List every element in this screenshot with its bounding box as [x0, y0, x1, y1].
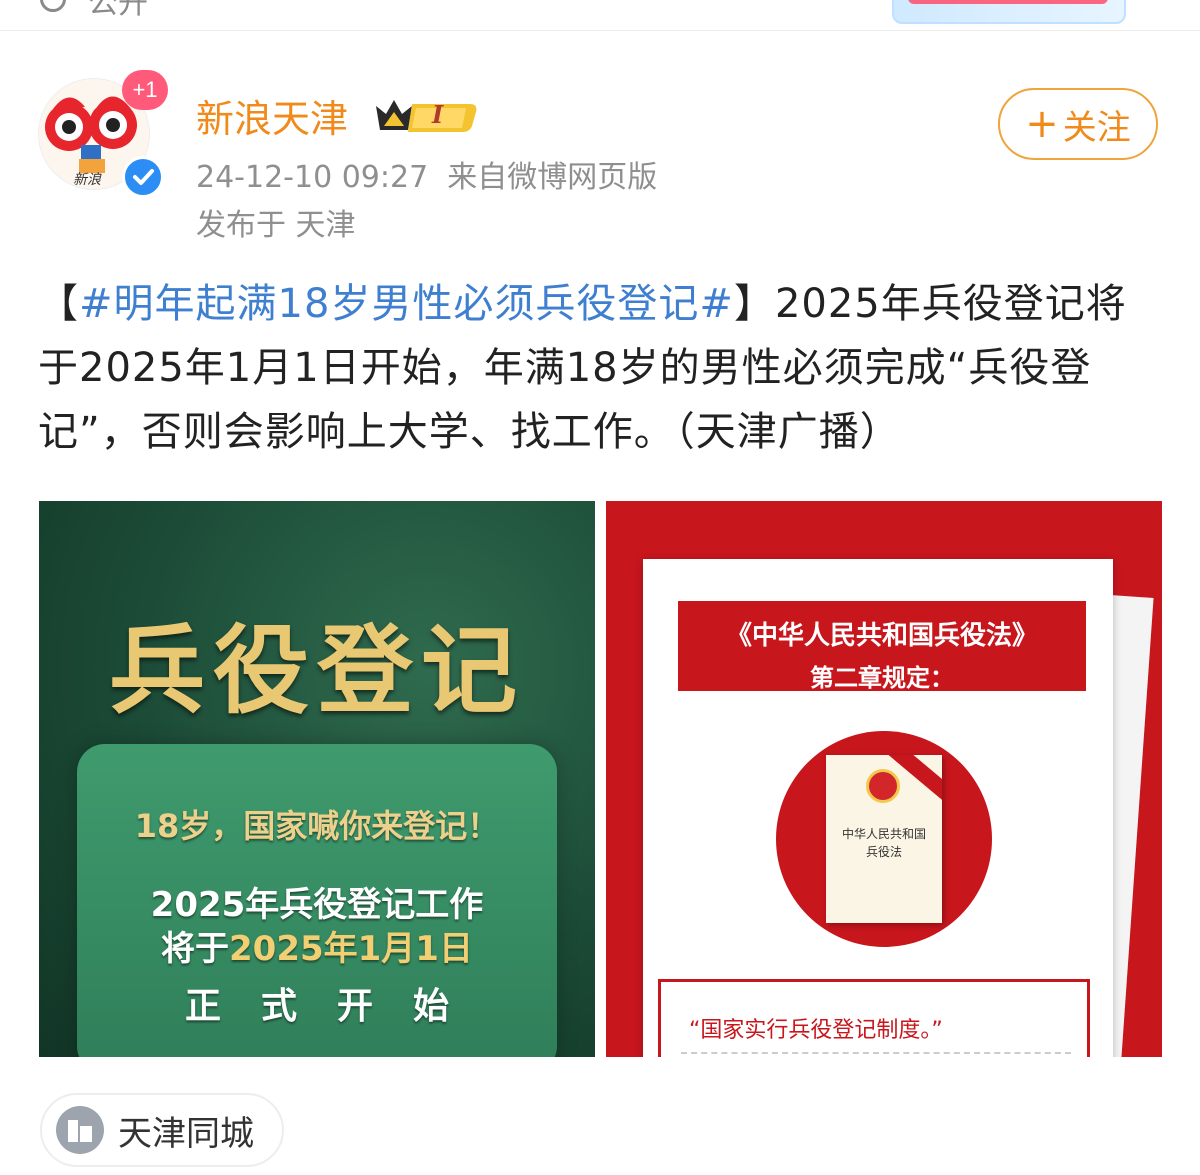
post-image-left[interactable]: 兵役登记 18岁，国家喊你来登记！ 2025年兵役登记工作 将于2025年1月1… — [39, 501, 595, 1057]
post-image-right[interactable]: 《中华人民共和国兵役法》 第二章规定： 中华人民共和国 兵役法 “国家实行兵役登… — [606, 501, 1162, 1057]
avatar-caption: 新浪 — [73, 172, 101, 188]
promo-banner[interactable] — [892, 0, 1126, 24]
user-name[interactable]: 新浪天津 — [196, 88, 348, 143]
image-title: 兵役登记 — [109, 614, 525, 727]
post-source: 来自微博网页版 — [447, 160, 658, 195]
quote-box: “国家实行兵役登记制度。” — [658, 979, 1090, 1057]
globe-icon — [40, 0, 66, 12]
building-icon — [56, 1106, 104, 1154]
image-line-3-prefix: 将于 — [161, 929, 230, 969]
post-location: 发布于 天津 — [196, 208, 356, 243]
image-line-4: 正式开始 — [184, 986, 489, 1027]
visibility-label: 公开 — [88, 0, 148, 21]
city-tag-label: 天津同城 — [118, 1113, 254, 1154]
crown-icon — [376, 100, 477, 132]
post-meta: 24-12-10 09:27 来自微博网页版 — [196, 152, 657, 196]
quote-text: “国家实行兵役登记制度。” — [689, 1018, 943, 1043]
image-line-1: 18岁，国家喊你来登记！ — [134, 807, 500, 845]
post-time[interactable]: 24-12-10 09:27 — [196, 160, 428, 195]
city-tag[interactable]: 天津同城 — [40, 1093, 284, 1167]
law-title-line-2: 第二章规定： — [810, 664, 954, 692]
law-title-line-1: 《中华人民共和国兵役法》 — [725, 621, 1038, 651]
hashtag-link[interactable]: #明年起满18岁男性必须兵役登记# — [79, 281, 734, 327]
plus-icon: + — [1025, 101, 1059, 147]
quote-divider — [681, 1052, 1071, 1054]
bracket-close: 】 — [733, 281, 775, 327]
book-title-line-2: 兵役法 — [865, 845, 902, 859]
follow-label: 关注 — [1062, 107, 1131, 148]
national-emblem-icon — [866, 769, 900, 803]
top-bar: 公开 — [0, 0, 1200, 31]
law-book-image: 中华人民共和国 兵役法 — [826, 755, 942, 923]
verified-icon — [122, 156, 164, 198]
vip-level: I — [432, 100, 444, 129]
image-line-3: 将于2025年1月1日 — [39, 921, 595, 970]
follow-button[interactable]: + 关注 — [998, 88, 1158, 160]
image-line-2: 2025年兵役登记工作 — [150, 885, 484, 925]
book-title-line-1: 中华人民共和国 — [841, 827, 926, 841]
image-line-3-date: 2025年1月1日 — [229, 929, 473, 969]
bracket-open: 【 — [38, 281, 79, 327]
new-posts-badge: +1 — [122, 70, 168, 110]
vip-badge[interactable]: I — [372, 96, 480, 140]
avatar-container[interactable]: 新浪 +1 — [38, 70, 168, 198]
promo-banner-content — [908, 0, 1108, 4]
law-title-band: 《中华人民共和国兵役法》 第二章规定： — [678, 601, 1086, 692]
post-text: 【#明年起满18岁男性必须兵役登记#】2025年兵役登记将于2025年1月1日开… — [38, 272, 1163, 464]
